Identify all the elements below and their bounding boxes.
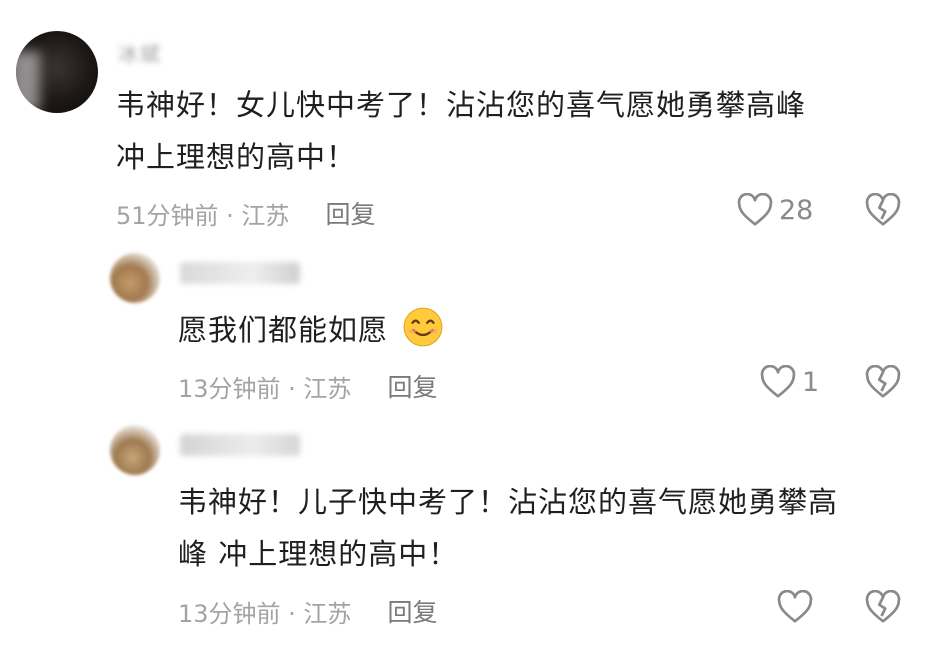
dislike-button[interactable] [865,193,901,227]
like-count: 28 [779,194,814,226]
broken-heart-icon [865,365,901,399]
heart-outline-icon [777,590,813,624]
time-location: 13分钟前 · 江苏 [178,374,352,403]
reply-button[interactable]: 回复 [325,195,375,231]
heart-outline-icon [760,365,796,399]
smiling-face-emoji [403,307,443,347]
avatar[interactable] [110,425,160,475]
reply-button[interactable]: 回复 [387,368,437,404]
broken-heart-icon [865,590,901,624]
like-button[interactable]: 28 [737,193,813,227]
comment-meta: 13分钟前 · 江苏 回复 [178,368,437,404]
username[interactable]: 冰斌 [118,38,162,67]
time-location: 13分钟前 · 江苏 [178,599,352,628]
username[interactable] [180,434,300,456]
comment-meta: 13分钟前 · 江苏 回复 [178,593,437,629]
like-button[interactable]: 1 [760,365,819,399]
reply-item: 愿我们都能如愿 13分钟前 · 江苏 回复 1 [0,240,936,410]
heart-outline-icon [737,193,773,227]
comment-text: 峰 冲上理想的高中！ [178,537,459,571]
reply-button[interactable]: 回复 [387,593,437,629]
comment-text: 愿我们都能如愿 [178,304,444,356]
avatar[interactable] [16,31,98,113]
reply-item: 韦神好！儿子快中考了！沾沾您的喜气愿她勇攀高 峰 冲上理想的高中！ 13分钟前 … [0,410,936,648]
username[interactable] [180,262,300,284]
comment-text: 韦神好！女儿快中考了！沾沾您的喜气愿她勇攀高峰 [116,88,807,122]
like-count: 1 [802,366,820,398]
broken-heart-icon [865,193,901,227]
dislike-button[interactable] [865,365,901,399]
avatar[interactable] [110,253,160,303]
comment-text: 韦神好！儿子快中考了！沾沾您的喜气愿她勇攀高 [178,485,839,519]
comment-meta: 51分钟前 · 江苏 回复 [116,195,375,231]
comment-item: 冰斌 韦神好！女儿快中考了！沾沾您的喜气愿她勇攀高峰 冲上理想的高中！ 51分钟… [0,0,936,240]
comment-text: 冲上理想的高中！ [116,140,357,174]
like-button[interactable] [777,590,813,624]
dislike-button[interactable] [865,590,901,624]
time-location: 51分钟前 · 江苏 [116,201,290,230]
